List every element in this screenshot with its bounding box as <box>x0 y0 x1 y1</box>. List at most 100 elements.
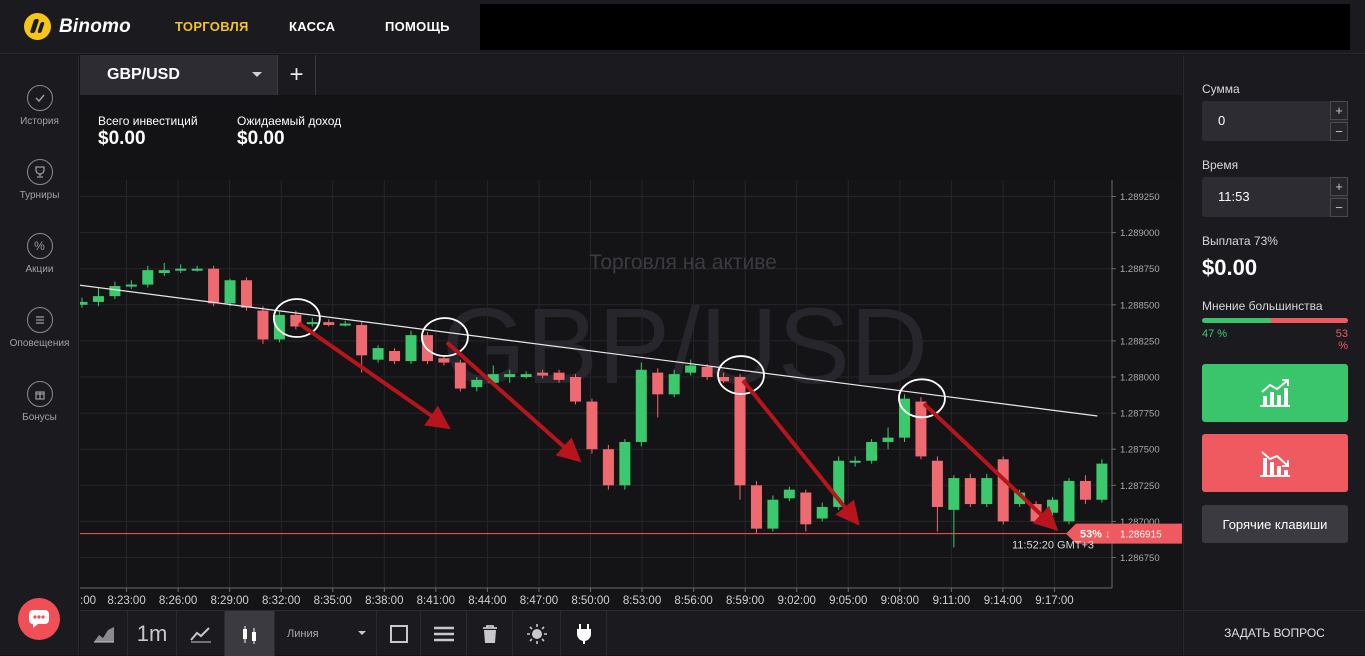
sidebar-item-label: Турниры <box>19 190 60 201</box>
candle-down <box>997 459 1009 522</box>
chart-up-icon <box>1260 379 1290 407</box>
candle-up <box>471 379 483 388</box>
indicator-select-value: Линия <box>287 627 319 640</box>
time-increase-button[interactable]: + <box>1330 177 1348 196</box>
sidebar-item-label: Оповещения <box>9 338 70 349</box>
x-tick-label: 8:23:00 <box>107 595 145 607</box>
connection-button[interactable] <box>561 611 607 656</box>
x-tick-label: 9:05:00 <box>829 595 867 607</box>
time-input[interactable]: 11:53 + − <box>1202 177 1348 217</box>
indicator-select[interactable]: Линия <box>275 611 377 656</box>
candle-up <box>92 296 104 302</box>
buy-up-button[interactable] <box>1202 364 1348 422</box>
x-tick-label: 8:53:00 <box>623 595 661 607</box>
ask-question-button[interactable]: ЗАДАТЬ ВОПРОС <box>1183 610 1365 655</box>
candle-down <box>931 460 943 507</box>
chart-watermark-asset: GBP/USD <box>442 285 928 406</box>
nav-trade[interactable]: ТОРГОВЛЯ <box>175 19 249 34</box>
candle-up <box>1063 480 1075 522</box>
candle-up <box>685 365 697 373</box>
candle-up <box>191 268 203 271</box>
candle-up <box>109 286 121 297</box>
candle-down <box>421 335 433 362</box>
candle-up <box>224 280 236 304</box>
add-asset-button[interactable]: + <box>278 55 316 95</box>
y-tick-label: 1.287500 <box>1120 445 1160 456</box>
y-tick-label: 1.288750 <box>1120 264 1160 275</box>
time-decrease-button[interactable]: − <box>1330 198 1348 217</box>
draw-rectangle-button[interactable] <box>377 611 421 656</box>
candle-down <box>257 310 269 340</box>
candle-down <box>438 358 450 363</box>
candle-up <box>635 369 647 442</box>
chart-toolbar: 1m Линия <box>80 610 1182 656</box>
buy-down-button[interactable] <box>1202 434 1348 492</box>
current-time-label: 11:52:20 GMT+3 <box>1012 540 1094 552</box>
candle-up <box>849 460 861 463</box>
amount-decrease-button[interactable]: − <box>1330 122 1348 141</box>
chat-button[interactable] <box>18 598 60 640</box>
hotkeys-button[interactable]: Горячие клавиши <box>1202 505 1348 543</box>
candles-icon <box>242 625 256 644</box>
theme-button[interactable] <box>513 611 561 656</box>
sidebar-item-notifications[interactable]: Оповещения <box>0 307 79 349</box>
price-chart[interactable]: Торговля на активе GBP/USD 1.289250 1.28900… <box>80 180 1182 610</box>
sidebar-item-bonuses[interactable]: Бонусы <box>0 381 79 423</box>
candle-down <box>915 401 927 457</box>
chart-watermark-subtitle: Торговля на активе <box>589 251 777 274</box>
chart-type-candles-button[interactable] <box>225 611 275 656</box>
x-tick-label: 8:59:00 <box>726 595 764 607</box>
candle-up <box>1096 463 1108 500</box>
trade-panel: Сумма 0 + − Время 11:53 + − Выплата 73% … <box>1183 55 1365 610</box>
candle-up <box>882 437 894 442</box>
square-icon <box>389 624 408 643</box>
candle-down <box>964 478 976 505</box>
candle-down <box>1079 480 1091 500</box>
candlestick-chart-svg: Торговля на активе GBP/USD 1.289250 1.28900… <box>80 180 1182 607</box>
menu-button[interactable] <box>421 611 467 656</box>
y-tick-label: 1.287750 <box>1120 409 1160 420</box>
amount-input[interactable]: 0 + − <box>1202 101 1348 141</box>
x-tick-label: 8:26:00 <box>159 595 197 607</box>
candle-up <box>520 374 532 377</box>
y-tick-label: 1.289250 <box>1120 192 1160 203</box>
line-chart-icon <box>189 626 211 642</box>
candle-up <box>372 348 384 360</box>
time-value: 11:53 <box>1218 189 1250 204</box>
nav-cash[interactable]: КАССА <box>289 19 335 34</box>
majority-bar <box>1202 318 1348 323</box>
candle-up <box>175 268 187 271</box>
nav-help[interactable]: ПОМОЩЬ <box>385 19 450 34</box>
candle-up <box>767 499 779 529</box>
sidebar-item-promotions[interactable]: % Акции <box>0 233 79 275</box>
asset-tab[interactable]: GBP/USD <box>80 55 278 95</box>
chart-type-area-button[interactable] <box>80 611 128 656</box>
sidebar-item-label: Акции <box>25 264 54 275</box>
timeframe-button[interactable]: 1m <box>128 611 177 656</box>
candle-up <box>866 441 878 461</box>
total-investment-label: Всего инвестиций <box>98 114 198 128</box>
x-tick-label: 8:44:00 <box>468 595 506 607</box>
plug-icon <box>576 623 591 644</box>
candle-up <box>619 441 631 486</box>
check-circle-icon <box>26 85 53 111</box>
bell-list-icon <box>26 307 53 333</box>
majority-label: Мнение большинства <box>1202 299 1323 313</box>
candle-up <box>668 374 680 395</box>
candle-down <box>454 362 466 389</box>
binomo-logo[interactable]: Binomo <box>24 13 131 40</box>
candle-down <box>241 280 252 308</box>
y-tick-label: 1.289000 <box>1120 228 1160 239</box>
amount-increase-button[interactable]: + <box>1330 101 1348 120</box>
chart-type-line-button[interactable] <box>177 611 225 656</box>
delete-drawings-button[interactable] <box>467 611 513 656</box>
x-tick-label: 9:08:00 <box>881 595 919 607</box>
total-investment-value: $0.00 <box>98 128 146 149</box>
sidebar-item-history[interactable]: История <box>0 85 79 127</box>
x-tick-label: :00 <box>80 595 96 607</box>
candle-up <box>80 301 88 305</box>
x-tick-label: 9:02:00 <box>778 595 816 607</box>
candle-up <box>158 270 170 274</box>
sidebar-item-tournaments[interactable]: Турниры <box>0 159 79 201</box>
candle-down <box>389 351 401 362</box>
